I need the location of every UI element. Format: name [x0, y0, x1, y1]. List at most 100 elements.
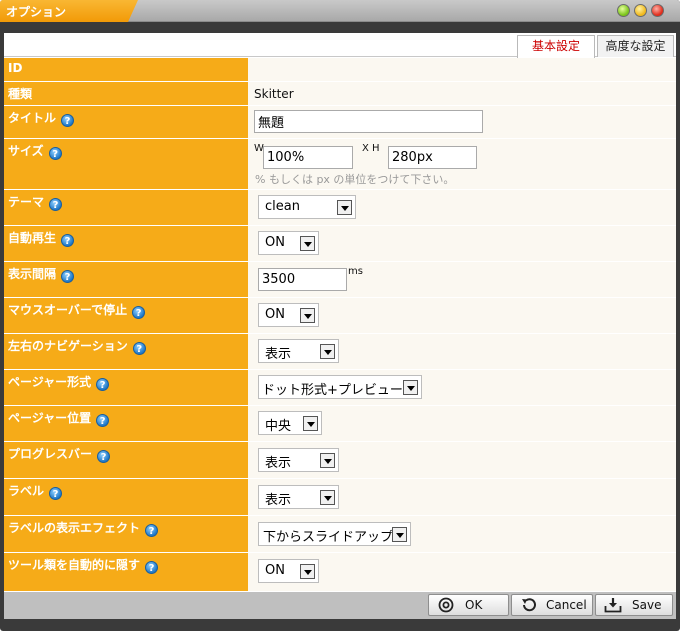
chevron-down-icon[interactable]: [320, 453, 335, 468]
maximize-button[interactable]: [634, 4, 647, 17]
help-icon[interactable]: ?: [132, 306, 146, 319]
help-icon[interactable]: ?: [49, 487, 63, 500]
value-cell: 下からスライドアップ: [248, 516, 676, 553]
field-label-text: サイズ: [8, 144, 44, 158]
height-input[interactable]: [388, 146, 477, 169]
field-label: ID: [8, 61, 23, 75]
select-value: 表示: [265, 347, 292, 362]
label-cell: ページャー位置?: [4, 406, 248, 442]
value-cell: Skitter: [248, 82, 676, 106]
close-button[interactable]: [651, 4, 664, 17]
chevron-down-icon[interactable]: [320, 490, 335, 505]
label-cell: ラベル?: [4, 479, 248, 516]
hover-stop-select[interactable]: ON: [258, 303, 319, 327]
ok-label: OK: [465, 598, 483, 612]
label-cell: プログレスバー?: [4, 442, 248, 479]
label-cell: ツール類を自動的に隠す?: [4, 553, 248, 592]
field-label: タイトル?: [8, 109, 75, 127]
help-icon[interactable]: ?: [48, 147, 62, 160]
value-cell: 表示: [248, 479, 676, 516]
help-icon[interactable]: ?: [145, 524, 159, 537]
pager-position-select[interactable]: 中央: [258, 411, 322, 435]
help-icon[interactable]: ?: [61, 234, 75, 247]
width-input[interactable]: [263, 146, 353, 169]
side-nav-select[interactable]: 表示: [258, 339, 339, 363]
field-label-text: タイトル: [8, 111, 57, 125]
row-size: サイズ? W X H % もしくは px の単位をつけて下さい。: [4, 139, 676, 190]
options-panel: 基本設定 高度な設定 ID 種類 Skitter タイトル ? 無題 サイズ ?…: [4, 33, 676, 592]
label-cell: テーマ?: [4, 190, 248, 226]
help-icon[interactable]: ?: [97, 450, 111, 463]
value-cell: ドット形式+プレビュー: [248, 370, 676, 406]
field-label-text: マウスオーバーで停止: [8, 303, 128, 317]
help-icon[interactable]: ?: [61, 270, 75, 283]
select-value: ドット形式+プレビュー: [262, 383, 403, 398]
help-icon[interactable]: ?: [145, 561, 159, 574]
title-bar[interactable]: オプション: [0, 0, 680, 22]
value-cell: [248, 106, 676, 139]
row-auto-hide-tools: ツール類を自動的に隠す? ON: [4, 553, 676, 592]
field-label-text: ラベル: [8, 484, 45, 498]
field-label-text: 表示間隔: [8, 267, 57, 281]
chevron-down-icon[interactable]: [320, 344, 335, 359]
help-icon[interactable]: ?: [96, 414, 110, 427]
help-icon[interactable]: ?: [61, 114, 75, 127]
auto-hide-tools-select[interactable]: ON: [258, 559, 319, 583]
select-value: 下からスライドアップ: [263, 530, 394, 545]
label-effect-select[interactable]: 下からスライドアップ: [258, 522, 411, 546]
row-side-nav: 左右のナビゲーション? 表示: [4, 334, 676, 370]
row-progress-bar: プログレスバー? 表示: [4, 442, 676, 479]
label-cell: ラベルの表示エフェクト?: [4, 516, 248, 553]
row-label-visible: ラベル? 表示: [4, 479, 676, 516]
label-cell: タイトル?: [4, 106, 248, 139]
chevron-down-icon[interactable]: [303, 416, 318, 431]
select-value: ON: [265, 307, 285, 322]
chevron-down-icon[interactable]: [403, 380, 418, 395]
value-cell: ON: [248, 553, 676, 592]
interval-unit: ms: [348, 266, 363, 277]
pager-type-select[interactable]: ドット形式+プレビュー: [258, 375, 422, 399]
field-label: ページャー形式?: [8, 373, 110, 391]
interval-input[interactable]: [258, 268, 347, 291]
ok-icon: [438, 597, 454, 613]
minimize-button[interactable]: [617, 4, 630, 17]
progress-bar-select[interactable]: 表示: [258, 448, 339, 472]
field-label: ツール類を自動的に隠す?: [8, 556, 159, 574]
label-cell: ID: [4, 58, 248, 82]
row-theme: テーマ? clean: [4, 190, 676, 226]
help-icon[interactable]: ?: [132, 342, 146, 355]
undo-icon: [522, 598, 536, 612]
help-icon[interactable]: ?: [96, 378, 110, 391]
autoplay-select[interactable]: ON: [258, 231, 319, 255]
tab-advanced-settings[interactable]: 高度な設定: [597, 35, 674, 57]
label-cell: マウスオーバーで停止?: [4, 298, 248, 334]
label-visible-select[interactable]: 表示: [258, 485, 339, 509]
tab-basic-settings[interactable]: 基本設定: [517, 35, 595, 58]
cancel-button[interactable]: Cancel: [511, 594, 593, 616]
chevron-down-icon[interactable]: [300, 308, 315, 323]
field-label: 種類: [8, 87, 33, 101]
window-title: オプション: [6, 5, 67, 19]
chevron-down-icon[interactable]: [300, 236, 315, 251]
save-button[interactable]: Save: [595, 594, 673, 616]
value-cell: 中央: [248, 406, 676, 442]
value-cell: clean: [248, 190, 676, 226]
select-value: 表示: [265, 456, 292, 471]
row-autoplay: 自動再生? ON: [4, 226, 676, 262]
save-label: Save: [632, 598, 662, 612]
row-title: タイトル?: [4, 106, 676, 139]
dialog-footer: OK Cancel Save: [4, 592, 676, 619]
theme-select[interactable]: clean: [258, 195, 356, 219]
field-label-text: ツール類を自動的に隠す: [8, 558, 141, 572]
field-label-text: 自動再生: [8, 231, 57, 245]
help-icon[interactable]: ?: [49, 198, 63, 211]
label-cell: 表示間隔?: [4, 262, 248, 298]
chevron-down-icon[interactable]: [300, 564, 315, 579]
field-label: ラベル?: [8, 482, 63, 500]
title-input[interactable]: [254, 110, 483, 133]
select-value: 表示: [265, 493, 292, 508]
field-label: 自動再生?: [8, 229, 75, 247]
ok-button[interactable]: OK: [428, 594, 509, 616]
chevron-down-icon[interactable]: [392, 527, 407, 542]
chevron-down-icon[interactable]: [337, 200, 352, 215]
